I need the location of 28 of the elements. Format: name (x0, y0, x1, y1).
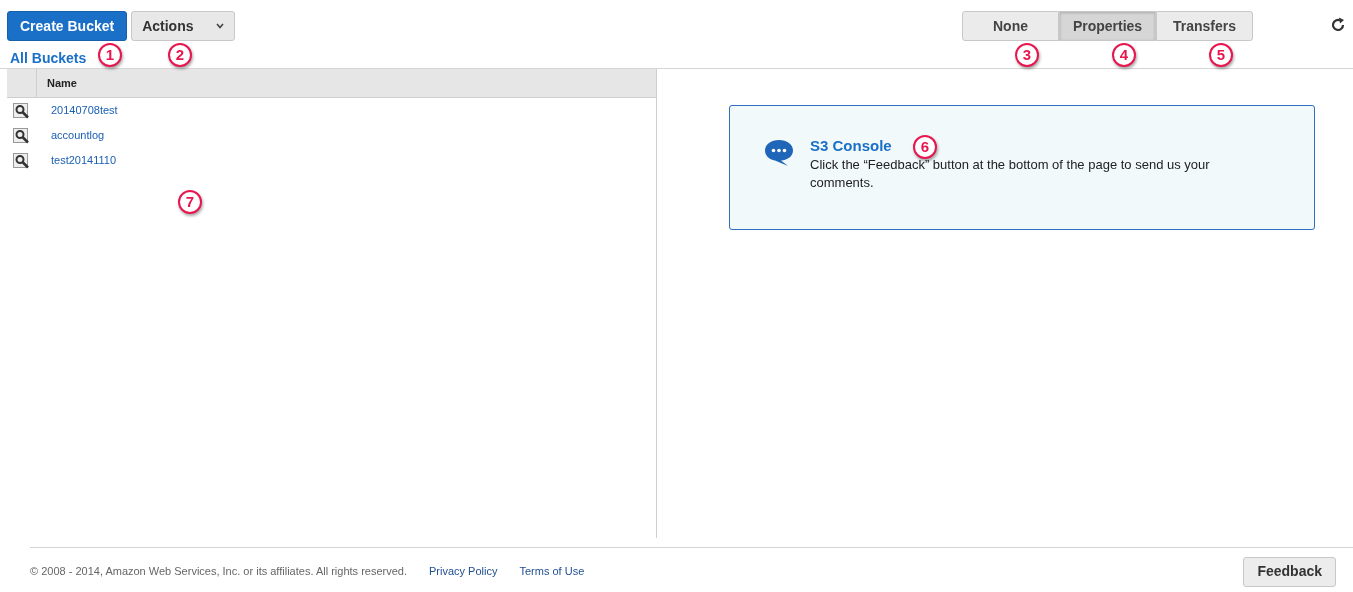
annotation-marker: 4 (1112, 43, 1136, 67)
magnifier-icon[interactable] (13, 102, 31, 119)
annotation-marker: 1 (98, 43, 122, 67)
view-tab[interactable]: Properties (1059, 11, 1156, 41)
info-text: Click the “Feedback” button at the bottom of the page to send us your comments. (810, 156, 1211, 192)
bucket-link[interactable]: accountlog (51, 127, 105, 144)
annotation-marker: 5 (1209, 43, 1233, 67)
actions-button[interactable]: Actions (131, 11, 235, 41)
feedback-button[interactable]: Feedback (1243, 556, 1336, 587)
footer-link[interactable]: Terms of Use (519, 563, 585, 580)
copyright-text: © 2008 - 2014, Amazon Web Services, Inc. or its affiliates. All rights reserved. (30, 564, 407, 580)
annotation-marker: 2 (168, 43, 192, 67)
create-bucket-button[interactable]: Create Bucket (7, 11, 128, 41)
info-title: S3 Console (810, 136, 892, 156)
magnifier-icon[interactable] (13, 127, 31, 144)
view-tab[interactable]: None (962, 11, 1059, 41)
annotation-marker: 3 (1015, 43, 1039, 67)
caret-icon (215, 23, 224, 29)
chat-bubble-icon (763, 138, 795, 168)
annotation-marker: 7 (178, 190, 202, 214)
all-buckets-link[interactable]: All Buckets (10, 48, 87, 69)
bucket-link[interactable]: test20141110 (51, 152, 117, 169)
column-header: Name (46, 75, 77, 91)
refresh-icon[interactable] (1330, 17, 1346, 33)
magnifier-icon[interactable] (13, 152, 31, 169)
view-tab[interactable]: Transfers (1156, 11, 1253, 41)
footer-link[interactable]: Privacy Policy (429, 563, 498, 580)
bucket-link[interactable]: 20140708test (51, 102, 118, 119)
